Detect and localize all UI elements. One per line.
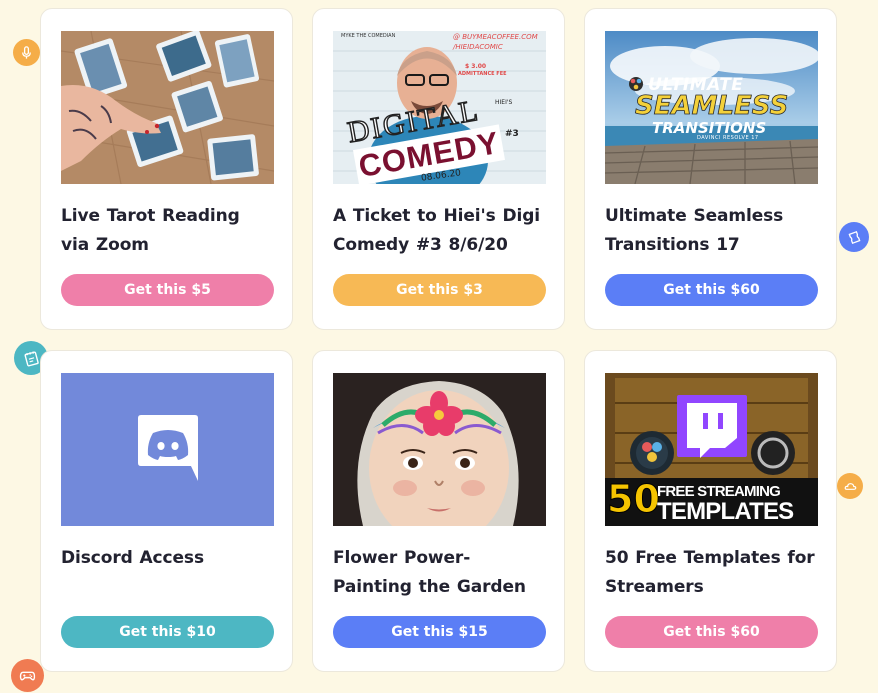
get-this-button[interactable]: Get this $3 (333, 274, 546, 306)
button-price: $60 (730, 282, 760, 298)
get-this-button[interactable]: Get this $15 (333, 616, 546, 648)
product-card[interactable]: MYKE THE COMEDIAN @ BUYMEACOFFEE.COM /HI… (312, 8, 565, 330)
cloud-icon (837, 473, 863, 499)
button-label: Get this (119, 624, 182, 640)
product-title[interactable]: Flower Power- Painting the Garden (333, 544, 544, 602)
microphone-icon (13, 39, 40, 66)
button-price: $3 (463, 282, 483, 298)
discord-icon (138, 415, 198, 481)
product-card[interactable]: 50 FREE STREAMING TEMPLATES 50 Free Temp… (584, 350, 837, 672)
poster-text: TEMPLATES (657, 498, 794, 525)
poster-text: SEAMLESS (635, 91, 789, 122)
button-label: Get this (124, 282, 187, 298)
button-label: Get this (663, 624, 726, 640)
get-this-button[interactable]: Get this $5 (61, 274, 274, 306)
product-title[interactable]: A Ticket to Hiei's Digi Comedy #3 8/6/20 (333, 202, 544, 260)
product-image-comedy[interactable]: MYKE THE COMEDIAN @ BUYMEACOFFEE.COM /HI… (333, 31, 546, 184)
poster-text: /HIEIDACOMIC (453, 43, 503, 51)
product-card[interactable]: ULTIMATE SEAMLESS TRANSITIONS DAVINCI RE… (584, 8, 837, 330)
product-image-discord[interactable] (61, 373, 274, 526)
product-card[interactable]: Flower Power- Painting the Garden Get th… (312, 350, 565, 672)
get-this-button[interactable]: Get this $10 (61, 616, 274, 648)
button-label: Get this (396, 282, 459, 298)
product-card[interactable]: Discord Access Get this $10 (40, 350, 293, 672)
button-price: $15 (458, 624, 488, 640)
ticket-icon (839, 222, 869, 252)
product-grid: Live Tarot Reading via Zoom Get this $5 M… (40, 8, 837, 672)
product-card[interactable]: Live Tarot Reading via Zoom Get this $5 (40, 8, 293, 330)
product-title[interactable]: 50 Free Templates for Streamers (605, 544, 816, 602)
product-image-transitions[interactable]: ULTIMATE SEAMLESS TRANSITIONS DAVINCI RE… (605, 31, 818, 184)
poster-text: @ BUYMEACOFFEE.COM (453, 33, 538, 41)
poster-text: HIEI'S (495, 99, 513, 106)
button-price: $5 (191, 282, 211, 298)
poster-text: DAVINCI RESOLVE 17 (697, 135, 759, 141)
poster-text: 50 (607, 477, 661, 521)
button-price: $60 (730, 624, 760, 640)
poster-text: ADMITTANCE FEE (458, 71, 507, 77)
product-image-face-paint[interactable] (333, 373, 546, 526)
poster-text: #3 (505, 129, 519, 139)
button-label: Get this (663, 282, 726, 298)
poster-text: $ 3.00 (465, 63, 487, 70)
product-image-templates[interactable]: 50 FREE STREAMING TEMPLATES (605, 373, 818, 526)
get-this-button[interactable]: Get this $60 (605, 616, 818, 648)
product-title[interactable]: Discord Access (61, 544, 272, 602)
poster-text: MYKE THE COMEDIAN (341, 33, 396, 39)
button-price: $10 (186, 624, 216, 640)
get-this-button[interactable]: Get this $60 (605, 274, 818, 306)
product-image-tarot[interactable] (61, 31, 274, 184)
product-title[interactable]: Ultimate Seamless Transitions 17 (605, 202, 816, 260)
button-label: Get this (391, 624, 454, 640)
product-title[interactable]: Live Tarot Reading via Zoom (61, 202, 272, 260)
